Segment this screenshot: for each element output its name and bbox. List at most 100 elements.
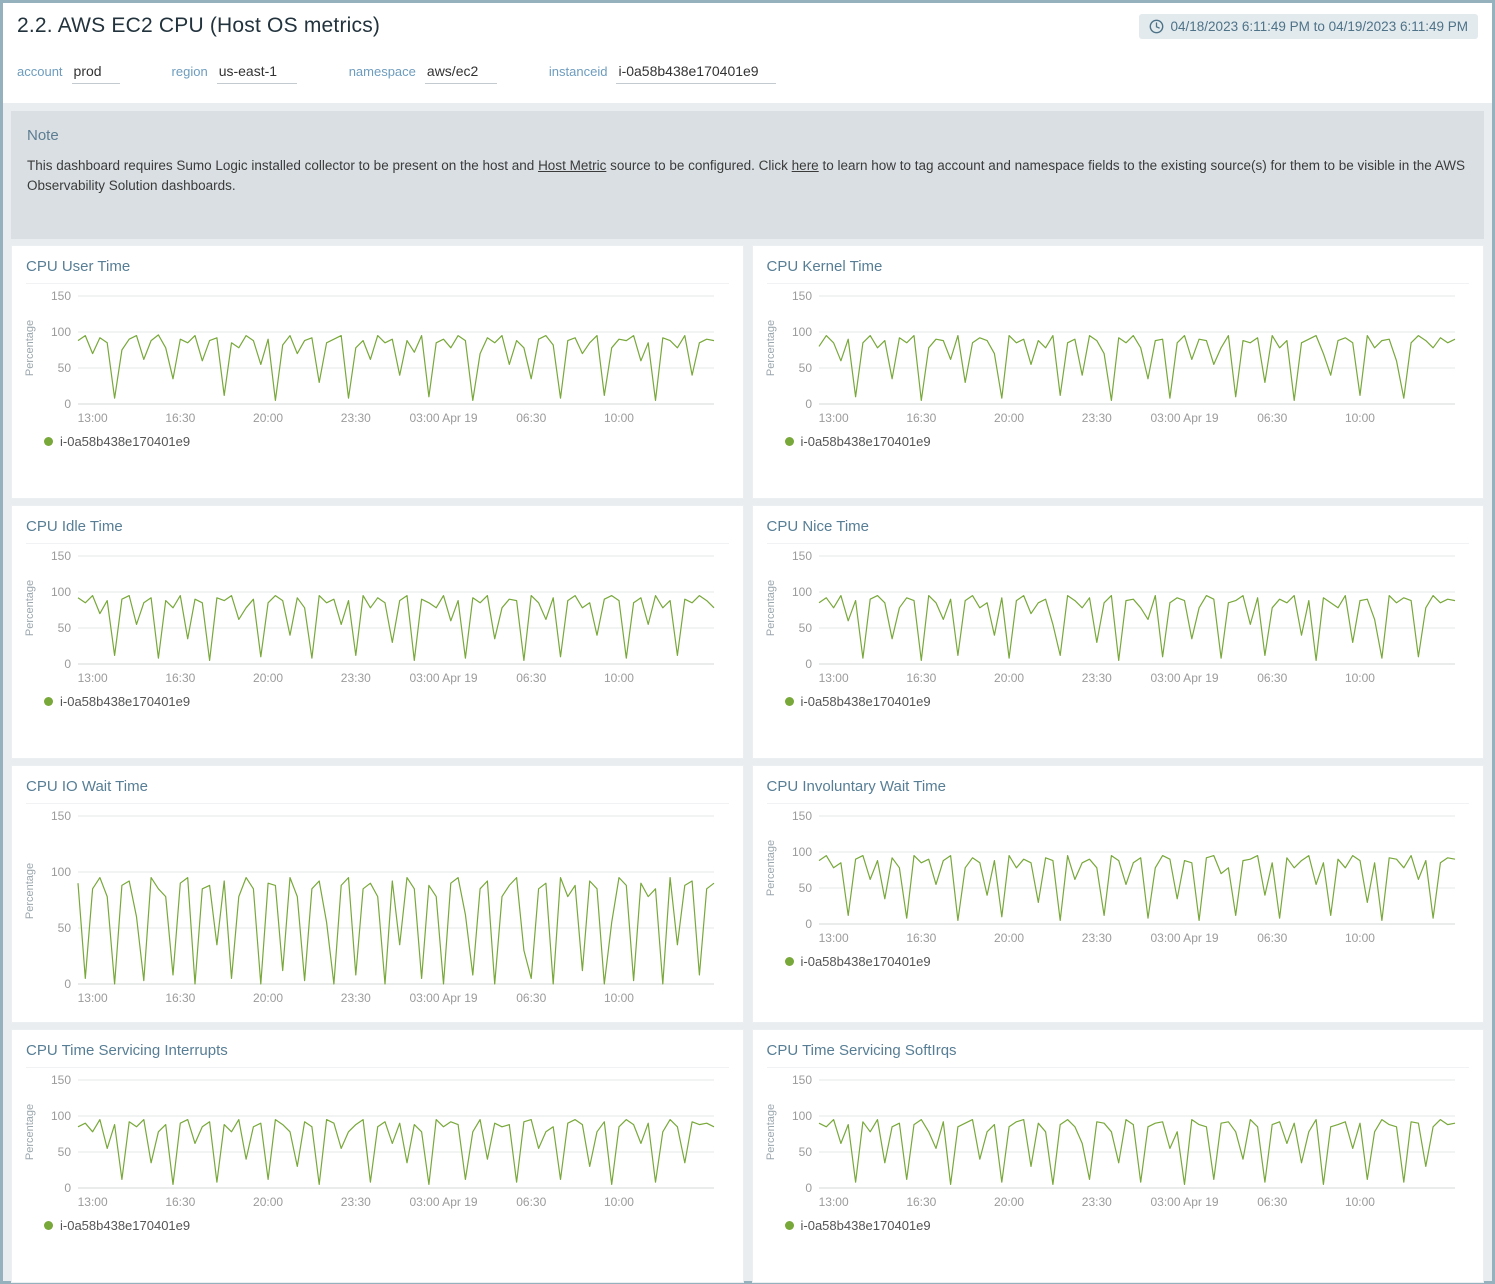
filter-bar: account prod region us-east-1 namespace … xyxy=(3,49,1492,103)
line-chart[interactable]: 05010015013:0016:3020:0023:3003:00 Apr 1… xyxy=(779,1072,1469,1214)
time-range-picker[interactable]: 04/18/2023 6:11:49 PM to 04/19/2023 6:11… xyxy=(1139,14,1478,39)
svg-text:150: 150 xyxy=(791,809,811,823)
chart-title: CPU User Time xyxy=(26,258,729,284)
svg-text:150: 150 xyxy=(791,549,811,563)
svg-text:20:00: 20:00 xyxy=(994,1195,1024,1209)
line-chart[interactable]: 05010015013:0016:3020:0023:3003:00 Apr 1… xyxy=(779,288,1469,430)
svg-text:16:30: 16:30 xyxy=(165,1195,195,1209)
filter-account-value[interactable]: prod xyxy=(72,63,120,84)
line-chart[interactable]: 05010015013:0016:3020:0023:3003:00 Apr 1… xyxy=(38,548,728,690)
charts-grid: CPU User Time Percentage 05010015013:001… xyxy=(11,245,1484,1283)
svg-text:13:00: 13:00 xyxy=(78,411,108,425)
svg-text:100: 100 xyxy=(791,585,811,599)
dashboard-header: 2.2. AWS EC2 CPU (Host OS metrics) 04/18… xyxy=(3,3,1492,49)
svg-text:03:00 Apr 19: 03:00 Apr 19 xyxy=(409,411,477,425)
y-axis-label: Percentage xyxy=(24,580,36,636)
svg-text:150: 150 xyxy=(51,809,71,823)
chart-panel: CPU IO Wait Time Percentage 05010015013:… xyxy=(11,765,744,1023)
chart-area: Percentage 05010015013:0016:3020:0023:30… xyxy=(767,808,1470,950)
svg-text:50: 50 xyxy=(58,361,72,375)
svg-text:20:00: 20:00 xyxy=(253,411,283,425)
here-link[interactable]: here xyxy=(792,158,819,173)
chart-panel: CPU Involuntary Wait Time Percentage 050… xyxy=(752,765,1485,1023)
svg-text:100: 100 xyxy=(51,865,71,879)
chart-panel: CPU Nice Time Percentage 05010015013:001… xyxy=(752,505,1485,759)
svg-text:03:00 Apr 19: 03:00 Apr 19 xyxy=(409,1195,477,1209)
svg-text:16:30: 16:30 xyxy=(165,991,195,1005)
filter-instanceid-value[interactable]: i-0a58b438e170401e9 xyxy=(616,63,776,84)
legend-label: i-0a58b438e170401e9 xyxy=(801,434,931,449)
line-chart[interactable]: 05010015013:0016:3020:0023:3003:00 Apr 1… xyxy=(779,548,1469,690)
chart-legend-item[interactable]: i-0a58b438e170401e9 xyxy=(44,434,729,449)
svg-text:23:30: 23:30 xyxy=(1081,1195,1111,1209)
svg-text:10:00: 10:00 xyxy=(604,671,634,685)
svg-text:10:00: 10:00 xyxy=(604,411,634,425)
svg-text:13:00: 13:00 xyxy=(818,411,848,425)
chart-legend-item[interactable]: i-0a58b438e170401e9 xyxy=(44,694,729,709)
svg-text:13:00: 13:00 xyxy=(78,671,108,685)
svg-text:23:30: 23:30 xyxy=(341,411,371,425)
chart-area: Percentage 05010015013:0016:3020:0023:30… xyxy=(767,288,1470,430)
svg-text:03:00 Apr 19: 03:00 Apr 19 xyxy=(1150,931,1218,945)
svg-text:23:30: 23:30 xyxy=(341,1195,371,1209)
svg-text:13:00: 13:00 xyxy=(818,931,848,945)
svg-text:16:30: 16:30 xyxy=(906,671,936,685)
svg-text:0: 0 xyxy=(64,397,71,411)
svg-text:0: 0 xyxy=(805,917,812,931)
svg-text:23:30: 23:30 xyxy=(1081,411,1111,425)
svg-text:50: 50 xyxy=(798,1145,812,1159)
svg-text:50: 50 xyxy=(58,921,72,935)
svg-text:50: 50 xyxy=(798,361,812,375)
filter-region: region us-east-1 xyxy=(172,63,297,84)
svg-text:10:00: 10:00 xyxy=(1344,931,1374,945)
chart-legend-item[interactable]: i-0a58b438e170401e9 xyxy=(785,1218,1470,1233)
svg-text:13:00: 13:00 xyxy=(78,1195,108,1209)
host-metric-link[interactable]: Host Metric xyxy=(538,158,606,173)
svg-text:06:30: 06:30 xyxy=(516,411,546,425)
chart-legend-item[interactable]: i-0a58b438e170401e9 xyxy=(785,434,1470,449)
chart-legend-item[interactable]: i-0a58b438e170401e9 xyxy=(44,1218,729,1233)
svg-text:20:00: 20:00 xyxy=(994,931,1024,945)
chart-legend-item[interactable]: i-0a58b438e170401e9 xyxy=(785,954,1470,969)
svg-text:50: 50 xyxy=(58,1145,72,1159)
chart-legend-item[interactable]: i-0a58b438e170401e9 xyxy=(785,694,1470,709)
svg-text:20:00: 20:00 xyxy=(994,411,1024,425)
svg-text:0: 0 xyxy=(805,397,812,411)
svg-text:20:00: 20:00 xyxy=(994,671,1024,685)
filter-namespace-label: namespace xyxy=(349,64,416,79)
svg-text:100: 100 xyxy=(791,1109,811,1123)
note-text-before: This dashboard requires Sumo Logic insta… xyxy=(27,158,538,173)
y-axis-label: Percentage xyxy=(765,840,777,896)
chart-area: Percentage 05010015013:0016:3020:0023:30… xyxy=(767,548,1470,690)
filter-namespace-value[interactable]: aws/ec2 xyxy=(425,63,497,84)
page-title: 2.2. AWS EC2 CPU (Host OS metrics) xyxy=(17,14,380,38)
svg-text:06:30: 06:30 xyxy=(516,671,546,685)
svg-text:06:30: 06:30 xyxy=(516,991,546,1005)
legend-label: i-0a58b438e170401e9 xyxy=(60,694,190,709)
line-chart[interactable]: 05010015013:0016:3020:0023:3003:00 Apr 1… xyxy=(38,1072,728,1214)
y-axis-label: Percentage xyxy=(24,1104,36,1160)
line-chart[interactable]: 05010015013:0016:3020:0023:3003:00 Apr 1… xyxy=(38,288,728,430)
svg-text:13:00: 13:00 xyxy=(78,991,108,1005)
legend-dot-icon xyxy=(785,1221,794,1230)
note-title: Note xyxy=(27,127,1468,144)
svg-text:20:00: 20:00 xyxy=(253,671,283,685)
chart-area: Percentage 05010015013:0016:3020:0023:30… xyxy=(26,808,729,1010)
filter-instanceid-label: instanceid xyxy=(549,64,608,79)
chart-title: CPU Time Servicing Interrupts xyxy=(26,1042,729,1068)
svg-text:16:30: 16:30 xyxy=(906,1195,936,1209)
svg-text:06:30: 06:30 xyxy=(516,1195,546,1209)
y-axis-label: Percentage xyxy=(24,320,36,376)
svg-text:150: 150 xyxy=(791,1073,811,1087)
line-chart[interactable]: 05010015013:0016:3020:0023:3003:00 Apr 1… xyxy=(38,808,728,1010)
legend-label: i-0a58b438e170401e9 xyxy=(801,694,931,709)
line-chart[interactable]: 05010015013:0016:3020:0023:3003:00 Apr 1… xyxy=(779,808,1469,950)
svg-text:06:30: 06:30 xyxy=(1257,1195,1287,1209)
legend-dot-icon xyxy=(785,697,794,706)
svg-text:0: 0 xyxy=(805,1181,812,1195)
filter-region-value[interactable]: us-east-1 xyxy=(217,63,297,84)
legend-dot-icon xyxy=(44,697,53,706)
svg-text:50: 50 xyxy=(798,621,812,635)
svg-text:23:30: 23:30 xyxy=(341,991,371,1005)
svg-text:03:00 Apr 19: 03:00 Apr 19 xyxy=(1150,1195,1218,1209)
